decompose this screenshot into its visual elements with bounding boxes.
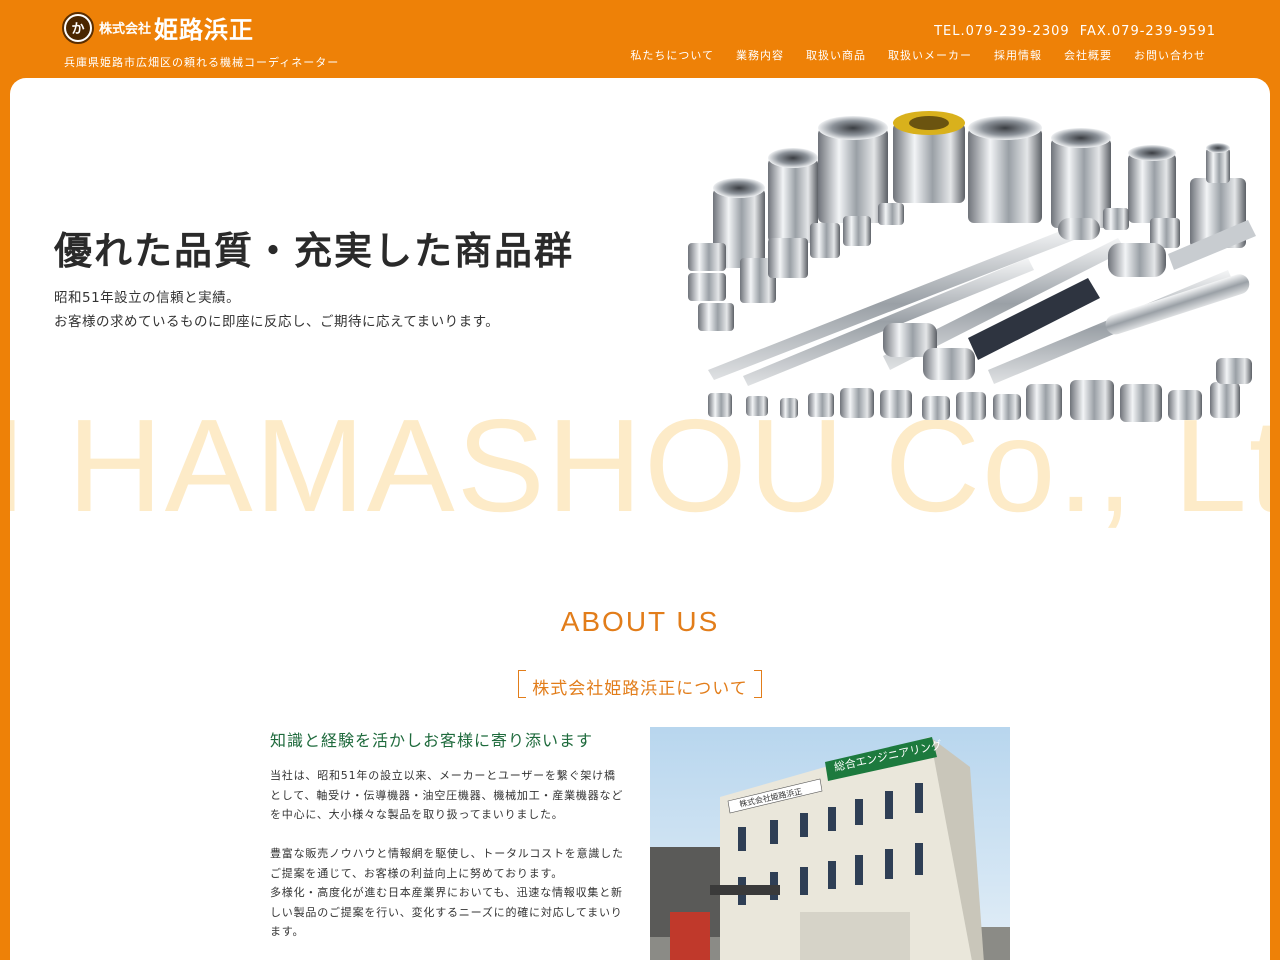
contact-info: TEL.079-239-2309 FAX.079-239-9591 [934, 24, 1216, 39]
about-heading-jp-wrap: 株式会社姫路浜正について [10, 670, 1270, 699]
nav-item-products[interactable]: 取扱い商品 [806, 47, 866, 63]
about-subheading: 知識と経験を活かしお客様に寄り添います [270, 731, 594, 750]
hero-line-2: お客様の求めているものに即座に反応し、ご期待に応えてまいります。 [54, 314, 500, 330]
nav-item-makers[interactable]: 取扱いメーカー [888, 47, 972, 63]
about-paragraph-3: 多様化・高度化が進む日本産業界においても、迅速な情報収集と新しい製品のご提案を行… [270, 886, 623, 938]
bracket-left [518, 670, 527, 698]
hero-line-1: 昭和51年設立の信頼と実績。 [54, 290, 241, 306]
site-logo[interactable]: か 株式会社 姫路浜正 [62, 10, 254, 45]
about-heading-jp-text: 株式会社姫路浜正について [532, 679, 748, 699]
phone-number[interactable]: TEL.079-239-2309 [934, 24, 1070, 39]
main-content: I HAMASHOU Co., Lt 優れた品質・充実した商品群 昭和51年設立… [10, 78, 1270, 960]
nav-item-services[interactable]: 業務内容 [736, 47, 784, 63]
logo-mark-icon: か [62, 11, 94, 44]
site-tagline: 兵庫県姫路市広畑区の頼れる機械コーディネーター [64, 56, 340, 69]
about-heading-en: ABOUT US [560, 606, 720, 637]
fax-number: FAX.079-239-9591 [1079, 24, 1216, 39]
company-building-image: 総合エンジニアリング 株式会社姫路浜正 [650, 727, 1010, 960]
about-paragraph-1: 当社は、昭和51年の設立以来、メーカーとユーザーを繋ぐ架け橋として、軸受け・伝導… [270, 769, 624, 821]
nav-item-company[interactable]: 会社概要 [1064, 47, 1112, 63]
logo-company-name: 姫路浜正 [154, 15, 255, 44]
about-body: 当社は、昭和51年の設立以来、メーカーとユーザーを繋ぐ架け橋として、軸受け・伝導… [270, 766, 626, 960]
hero-description: 昭和51年設立の信頼と実績。 お客様の求めているものに即座に反応し、ご期待に応え… [54, 286, 499, 334]
about-paragraph-2: 豊富な販売ノウハウと情報網を駆使し、トータルコストを意識したご提案を通じて、お客… [270, 847, 624, 880]
logo-mark-glyph: か [66, 15, 90, 40]
site-header: か 株式会社 姫路浜正 兵庫県姫路市広畑区の頼れる機械コーディネーター TEL.… [0, 0, 1280, 78]
nav-item-about[interactable]: 私たちについて [630, 47, 714, 63]
main-nav: 私たちについて 業務内容 取扱い商品 取扱いメーカー 採用情報 会社概要 お問い… [630, 47, 1206, 63]
about-heading-jp: 株式会社姫路浜正について [518, 670, 762, 699]
bracket-right [753, 670, 762, 698]
logo-company-type: 株式会社 [99, 22, 152, 37]
nav-item-recruit[interactable]: 採用情報 [994, 47, 1042, 63]
hero-tools-image [688, 111, 1256, 422]
nav-item-contact[interactable]: お問い合わせ [1134, 47, 1206, 63]
hero-title: 優れた品質・充実した商品群 [54, 229, 575, 273]
